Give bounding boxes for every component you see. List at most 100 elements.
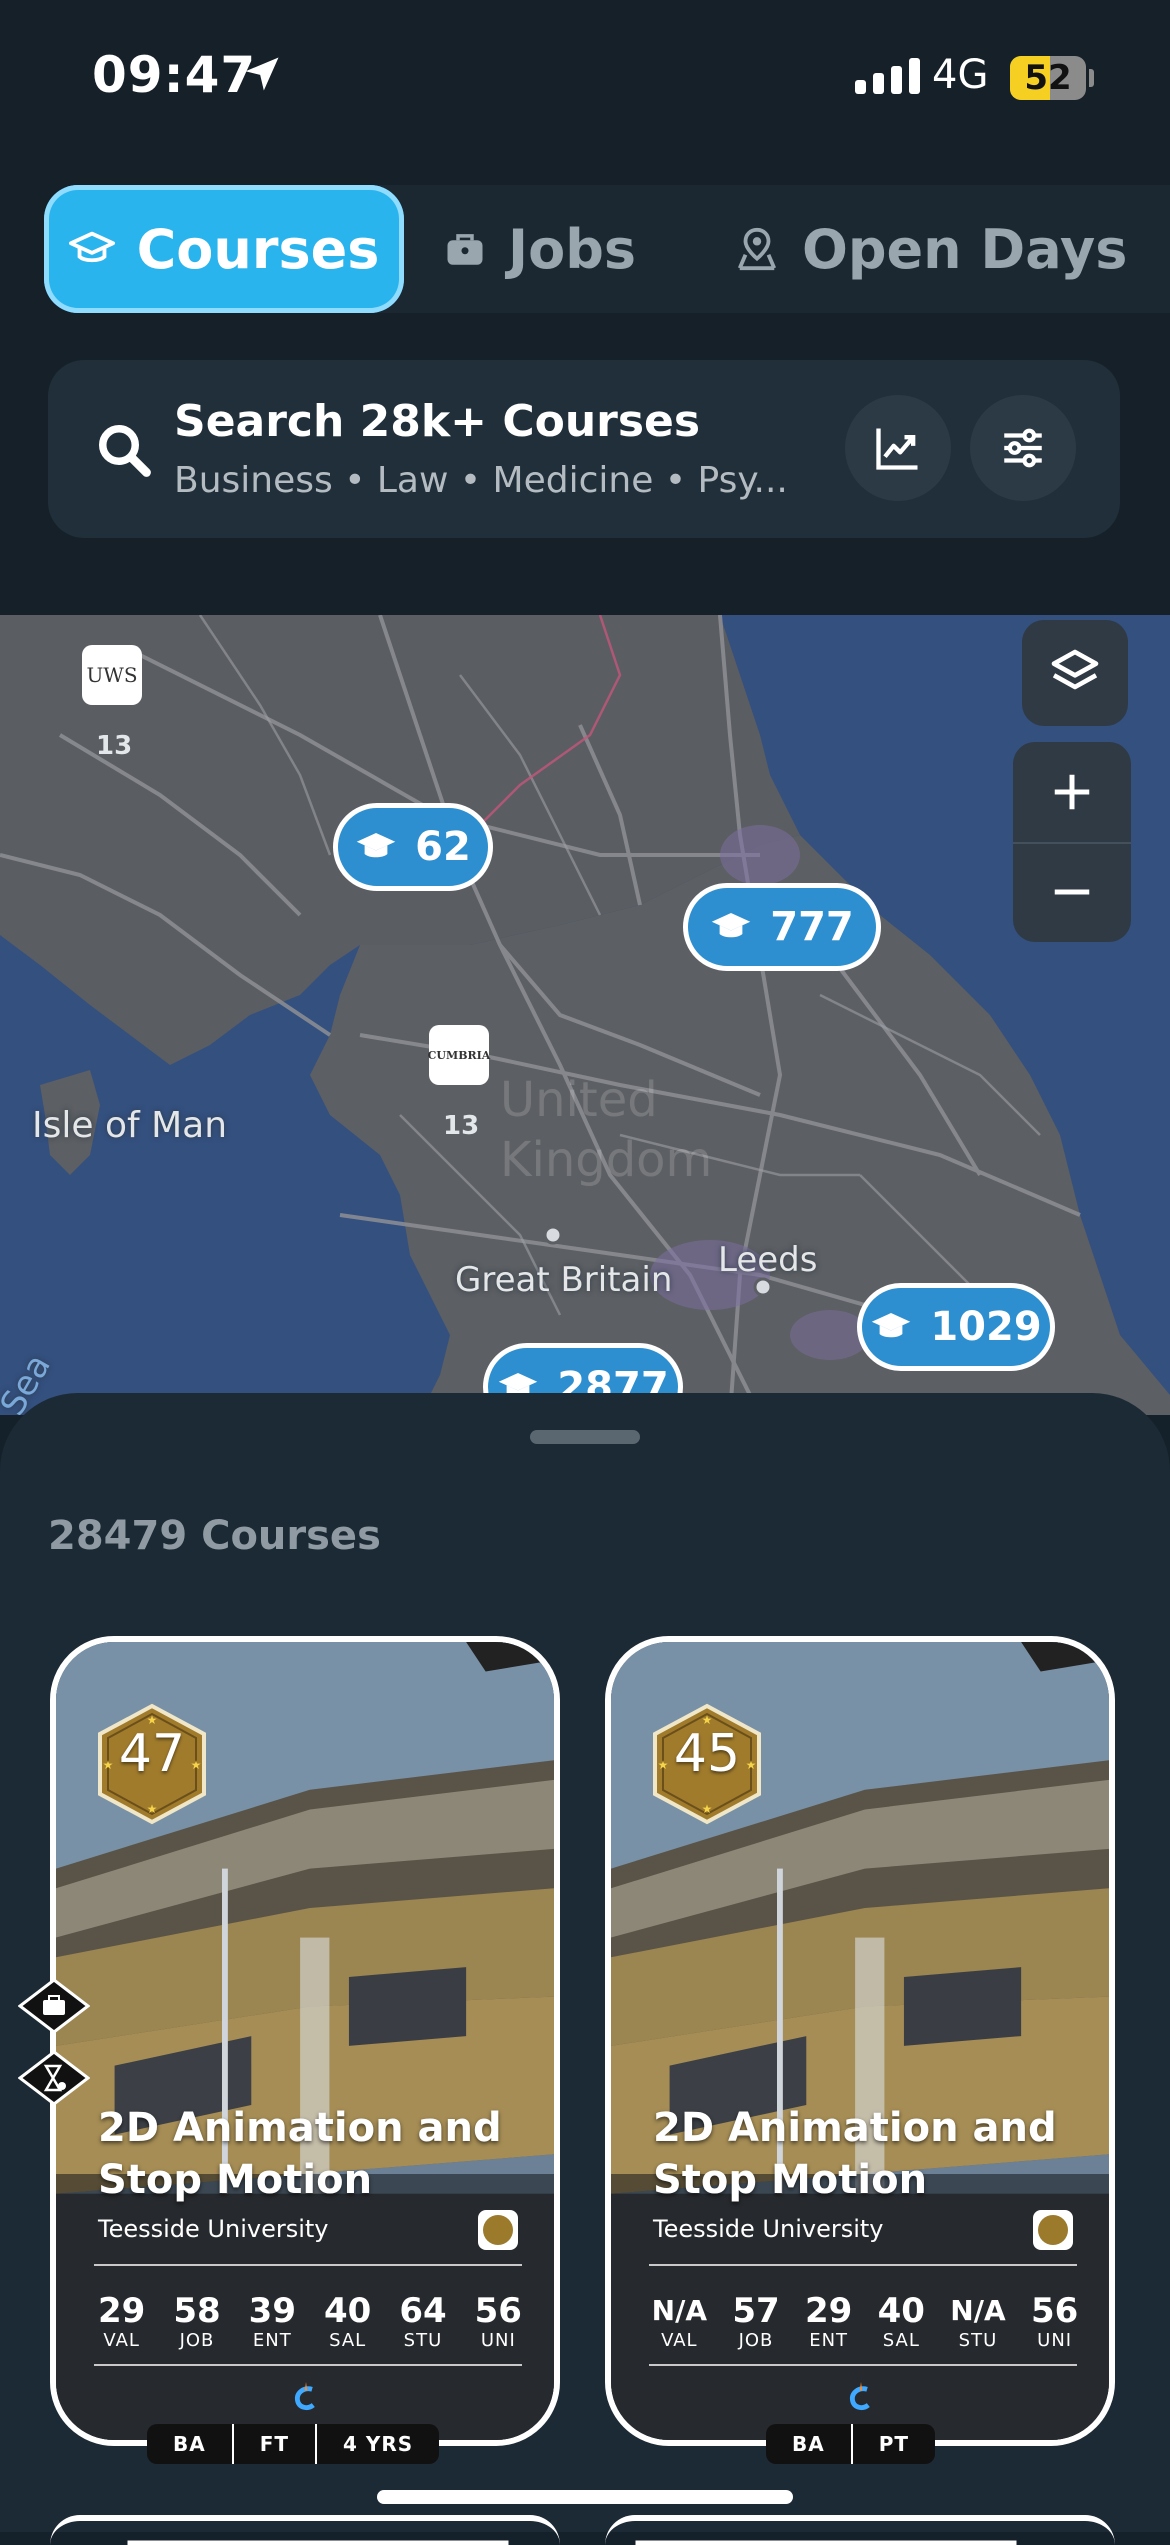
network-type: 4G: [932, 52, 989, 98]
stat-value: 56: [474, 2291, 522, 2331]
tag-degree: BA: [173, 2432, 206, 2456]
stat-key: VAL: [103, 2330, 140, 2351]
home-indicator[interactable]: [377, 2490, 793, 2504]
zoom-out-button[interactable]: [1013, 842, 1131, 942]
course-cluster-marker[interactable]: 1029: [857, 1283, 1055, 1371]
stat-stu: N/A STU: [950, 2292, 1005, 2351]
search-subtitle: Business • Law • Medicine • Psy...: [174, 460, 788, 501]
location-arrow-icon: [245, 57, 279, 91]
university-name: Teesside University: [98, 2215, 329, 2243]
filters-button[interactable]: [970, 395, 1076, 501]
stat-value: N/A: [651, 2294, 707, 2327]
map-layers-button[interactable]: [1022, 620, 1128, 726]
course-tags: BA FT 4 YRS: [147, 2424, 440, 2464]
university-logo-icon: [478, 2210, 518, 2250]
stat-key: VAL: [661, 2330, 698, 2351]
tab-courses[interactable]: Courses: [44, 185, 404, 313]
stat-key: ENT: [252, 2330, 292, 2351]
sheet-grabber[interactable]: [530, 1430, 640, 1444]
stat-key: JOB: [179, 2330, 215, 2351]
trending-chart-icon: [876, 428, 918, 470]
country-label: United Kingdom: [500, 1072, 713, 1188]
map-label-isle-of-man: Isle of Man: [32, 1105, 228, 1146]
stat-stu: 64 STU: [399, 2292, 446, 2351]
hourglass-badge-icon: [18, 2050, 90, 2106]
tab-jobs[interactable]: Jobs: [444, 185, 636, 313]
course-card-next-row[interactable]: [605, 2515, 1115, 2545]
university-marker-cumbria[interactable]: CUMBRIA: [427, 1025, 491, 1085]
trends-button[interactable]: [845, 395, 951, 501]
tab-open-days-label: Open Days: [802, 217, 1128, 281]
search-icon: [99, 425, 151, 477]
tag-mode: PT: [850, 2424, 935, 2464]
svg-text:★: ★: [147, 1802, 158, 1816]
course-title: 2D Animation and Stop Motion: [653, 2105, 1057, 2203]
tab-open-days[interactable]: Open Days: [734, 185, 1127, 313]
stat-uni: 56 UNI: [1031, 2292, 1078, 2351]
tab-jobs-label: Jobs: [508, 217, 636, 281]
course-title: 2D Animation and Stop Motion: [98, 2105, 502, 2203]
graduation-cap-icon: [872, 1313, 911, 1338]
uws-logo: UWS: [86, 663, 138, 687]
stat-value: 39: [248, 2291, 296, 2331]
stat-value: 29: [804, 2291, 853, 2331]
divider: [649, 2364, 1077, 2366]
divider: [94, 2364, 522, 2366]
stat-value: 58: [173, 2291, 221, 2331]
university-name: Teesside University: [653, 2215, 884, 2243]
stat-ent: 39 ENT: [249, 2292, 296, 2351]
stat-val: 29 VAL: [98, 2292, 145, 2351]
tag-degree: BA: [792, 2432, 825, 2456]
course-card-next-row[interactable]: [50, 2515, 560, 2545]
course-cluster-marker[interactable]: 62: [333, 803, 493, 891]
courses-count: 28479 Courses: [48, 1513, 381, 1559]
tag-duration: 4 YRS: [315, 2424, 439, 2464]
cluster-count: 1029: [930, 1304, 1042, 1350]
graduation-cap-icon: [68, 231, 115, 263]
jobs-badge-icon: [18, 1978, 90, 2034]
map-view[interactable]: United Kingdom Isle of Man Great Britain…: [0, 615, 1170, 1415]
stat-sal: 40 SAL: [324, 2292, 371, 2351]
course-card[interactable]: ★ ★ ★ ★ 45 2D Animation and Stop Motion …: [605, 1636, 1115, 2446]
stat-value: 40: [323, 2291, 372, 2331]
stat-key: UNI: [480, 2330, 516, 2351]
battery-tip: [1089, 69, 1094, 87]
stat-value: 64: [399, 2291, 447, 2331]
cluster-count: 62: [415, 824, 471, 870]
briefcase-icon: [447, 234, 483, 265]
university-marker-uws[interactable]: UWS: [82, 645, 142, 705]
plus-icon: [1054, 774, 1090, 810]
tag-mode: FT: [231, 2424, 315, 2464]
map-label-leeds: Leeds: [718, 1240, 818, 1280]
divider: [94, 2264, 522, 2266]
svg-text:★: ★: [702, 1802, 713, 1816]
search-title: Search 28k+ Courses: [174, 396, 701, 447]
battery-percent: 52: [1024, 58, 1072, 98]
search-bar[interactable]: Search 28k+ Courses Business • Law • Med…: [48, 360, 1120, 538]
stat-key: ENT: [809, 2330, 849, 2351]
map-pin-icon: [737, 227, 777, 271]
courses-bottom-sheet[interactable]: 28479 Courses ★ ★ ★ ★ 47 2D Animation an…: [0, 1393, 1170, 2532]
mode-tabs: Courses Jobs Open Days: [44, 185, 1170, 313]
cellular-signal-icon: [855, 58, 920, 94]
status-time: 09:47: [92, 46, 257, 104]
stat-key: SAL: [329, 2330, 367, 2351]
battery-icon: 52: [1010, 56, 1086, 100]
marker-count: 13: [96, 731, 133, 761]
cumbria-logo: CUMBRIA: [427, 1048, 491, 1062]
course-stats: N/A VAL 57 JOB 29 ENT 40 SAL N/A STU 56 UNI: [639, 2292, 1091, 2351]
stat-sal: 40 SAL: [878, 2292, 925, 2351]
marker-count: 13: [443, 1111, 480, 1141]
stat-key: STU: [403, 2330, 443, 2351]
stat-uni: 56 UNI: [475, 2292, 522, 2351]
stat-job: 58 JOB: [173, 2292, 220, 2351]
stat-ent: 29 ENT: [805, 2292, 852, 2351]
map-label-great-britain: Great Britain: [455, 1260, 673, 1300]
course-card[interactable]: ★ ★ ★ ★ 47 2D Animation and Stop Motion …: [50, 1636, 560, 2446]
course-cluster-marker[interactable]: 777: [683, 883, 881, 971]
stat-value: 40: [877, 2291, 925, 2331]
zoom-in-button[interactable]: [1013, 742, 1131, 844]
app-logo-icon: [850, 2382, 870, 2411]
sliders-icon: [1004, 428, 1042, 468]
app-logo-icon: [295, 2382, 315, 2411]
